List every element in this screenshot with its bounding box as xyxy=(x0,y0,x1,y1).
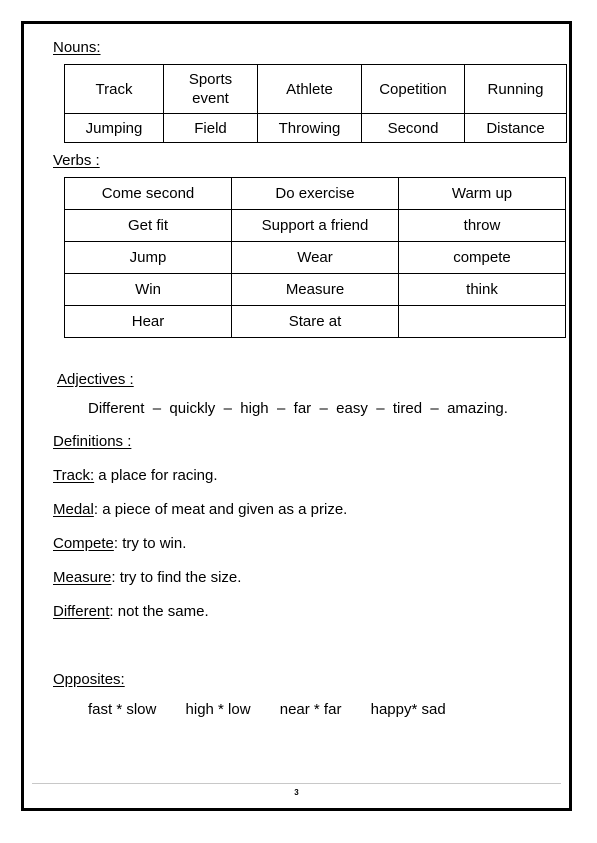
opposites-section: Opposites: fast * slow high * low near *… xyxy=(38,670,555,720)
cell-text: Throwing xyxy=(278,119,341,137)
cell-text: Athlete xyxy=(286,80,333,98)
adjectives-heading-label: Adjectives : xyxy=(57,371,134,388)
cell-text: Wear xyxy=(297,249,333,266)
cell-text: Support a friend xyxy=(261,217,369,234)
cell-text: Jump xyxy=(129,249,167,266)
definition-item: Medal: a piece of meat and given as a pr… xyxy=(53,500,555,520)
definition-text: : try to win. xyxy=(113,535,187,552)
table-cell: Come second xyxy=(64,177,232,210)
definition-item: Measure: try to find the size. xyxy=(53,568,555,588)
adjectives-heading: Adjectives : xyxy=(57,370,555,390)
table-cell: Measure xyxy=(231,273,399,306)
table-cell: Do exercise xyxy=(231,177,399,210)
cell-text-multiline: Sports event xyxy=(188,71,233,107)
table-cell: Wear xyxy=(231,241,399,274)
table-cell: compete xyxy=(398,241,566,274)
table-row: Track Sports event Athlete Copetition Ru… xyxy=(64,64,567,114)
cell-text: Copetition xyxy=(379,80,447,98)
cell-text: Measure xyxy=(285,281,345,298)
table-row: Get fit Support a friend throw xyxy=(64,209,566,242)
cell-text: Running xyxy=(487,80,544,98)
table-cell: Running xyxy=(464,64,567,114)
cell-text: think xyxy=(466,281,498,298)
adjectives-section: Adjectives : Different – quickly – high … xyxy=(38,370,555,419)
definition-item: Different: not the same. xyxy=(53,602,555,622)
cell-text: Hear xyxy=(131,313,165,330)
page-number: 3 xyxy=(294,788,299,797)
definition-text: : a piece of meat and given as a prize. xyxy=(93,501,348,518)
cell-text: Field xyxy=(194,119,227,137)
table-cell: Copetition xyxy=(361,64,465,114)
verbs-heading: Verbs : xyxy=(53,151,555,171)
cell-text: compete xyxy=(453,249,511,266)
definition-item: Track: a place for racing. xyxy=(53,466,555,486)
table-cell: Athlete xyxy=(257,64,362,114)
table-row: Hear Stare at xyxy=(64,305,566,338)
cell-text: Stare at xyxy=(288,313,342,330)
nouns-heading-label: Nouns: xyxy=(53,39,101,56)
definitions-section: Definitions : Track: a place for racing.… xyxy=(38,432,555,622)
document-page: Nouns: Track Sports event Athlete Copeti… xyxy=(21,21,572,811)
definition-text: : not the same. xyxy=(109,603,209,620)
page-footer: 3 xyxy=(32,783,561,799)
table-row: Jumping Field Throwing Second Distance xyxy=(64,113,567,143)
page-content: Nouns: Track Sports event Athlete Copeti… xyxy=(24,24,569,808)
table-cell: throw xyxy=(398,209,566,242)
table-cell: Warm up xyxy=(398,177,566,210)
nouns-table: Track Sports event Athlete Copetition Ru… xyxy=(64,64,567,143)
definition-term: Different xyxy=(53,603,110,620)
adjectives-word-list: Different – quickly – high – far – easy … xyxy=(88,400,508,417)
cell-text: Get fit xyxy=(127,217,168,234)
opposites-pairs: fast * slow high * low near * far happy*… xyxy=(88,701,446,718)
table-cell: Second xyxy=(361,113,465,143)
definition-term: Measure xyxy=(53,569,112,586)
verbs-heading-label: Verbs : xyxy=(53,152,100,169)
opposites-heading: Opposites: xyxy=(53,670,555,690)
table-cell: Jumping xyxy=(64,113,164,143)
cell-text: Track xyxy=(95,80,133,98)
table-cell: Throwing xyxy=(257,113,362,143)
definitions-heading-label: Definitions : xyxy=(53,433,132,450)
verbs-table: Come second Do exercise Warm up Get fit … xyxy=(64,177,566,338)
cell-text: Win xyxy=(135,281,161,298)
table-cell: Get fit xyxy=(64,209,232,242)
table-cell: Support a friend xyxy=(231,209,399,242)
definition-term: Track: xyxy=(53,467,95,484)
table-cell: Win xyxy=(64,273,232,306)
definition-item: Compete: try to win. xyxy=(53,534,555,554)
table-cell: Distance xyxy=(464,113,567,143)
table-cell: Jump xyxy=(64,241,232,274)
table-cell-empty xyxy=(398,305,566,338)
definition-text: a place for racing. xyxy=(94,467,218,484)
cell-text: Distance xyxy=(486,119,545,137)
table-row: Win Measure think xyxy=(64,273,566,306)
cell-text: throw xyxy=(463,217,501,234)
cell-text: Come second xyxy=(101,185,195,202)
opposites-heading-label: Opposites: xyxy=(53,671,125,688)
table-cell: Sports event xyxy=(163,64,258,114)
table-cell: think xyxy=(398,273,566,306)
cell-text: Do exercise xyxy=(275,185,355,202)
nouns-heading: Nouns: xyxy=(53,38,555,58)
table-row: Jump Wear compete xyxy=(64,241,566,274)
definitions-heading: Definitions : xyxy=(53,432,555,452)
cell-text: Jumping xyxy=(85,119,143,137)
definition-term: Compete xyxy=(53,535,114,552)
table-cell: Hear xyxy=(64,305,232,338)
table-cell: Field xyxy=(163,113,258,143)
definition-text: : try to find the size. xyxy=(111,569,242,586)
definition-term: Medal xyxy=(53,501,94,518)
table-cell: Stare at xyxy=(231,305,399,338)
cell-text: Warm up xyxy=(451,185,513,202)
table-row: Come second Do exercise Warm up xyxy=(64,177,566,210)
cell-text: Second xyxy=(387,119,439,137)
table-cell: Track xyxy=(64,64,164,114)
